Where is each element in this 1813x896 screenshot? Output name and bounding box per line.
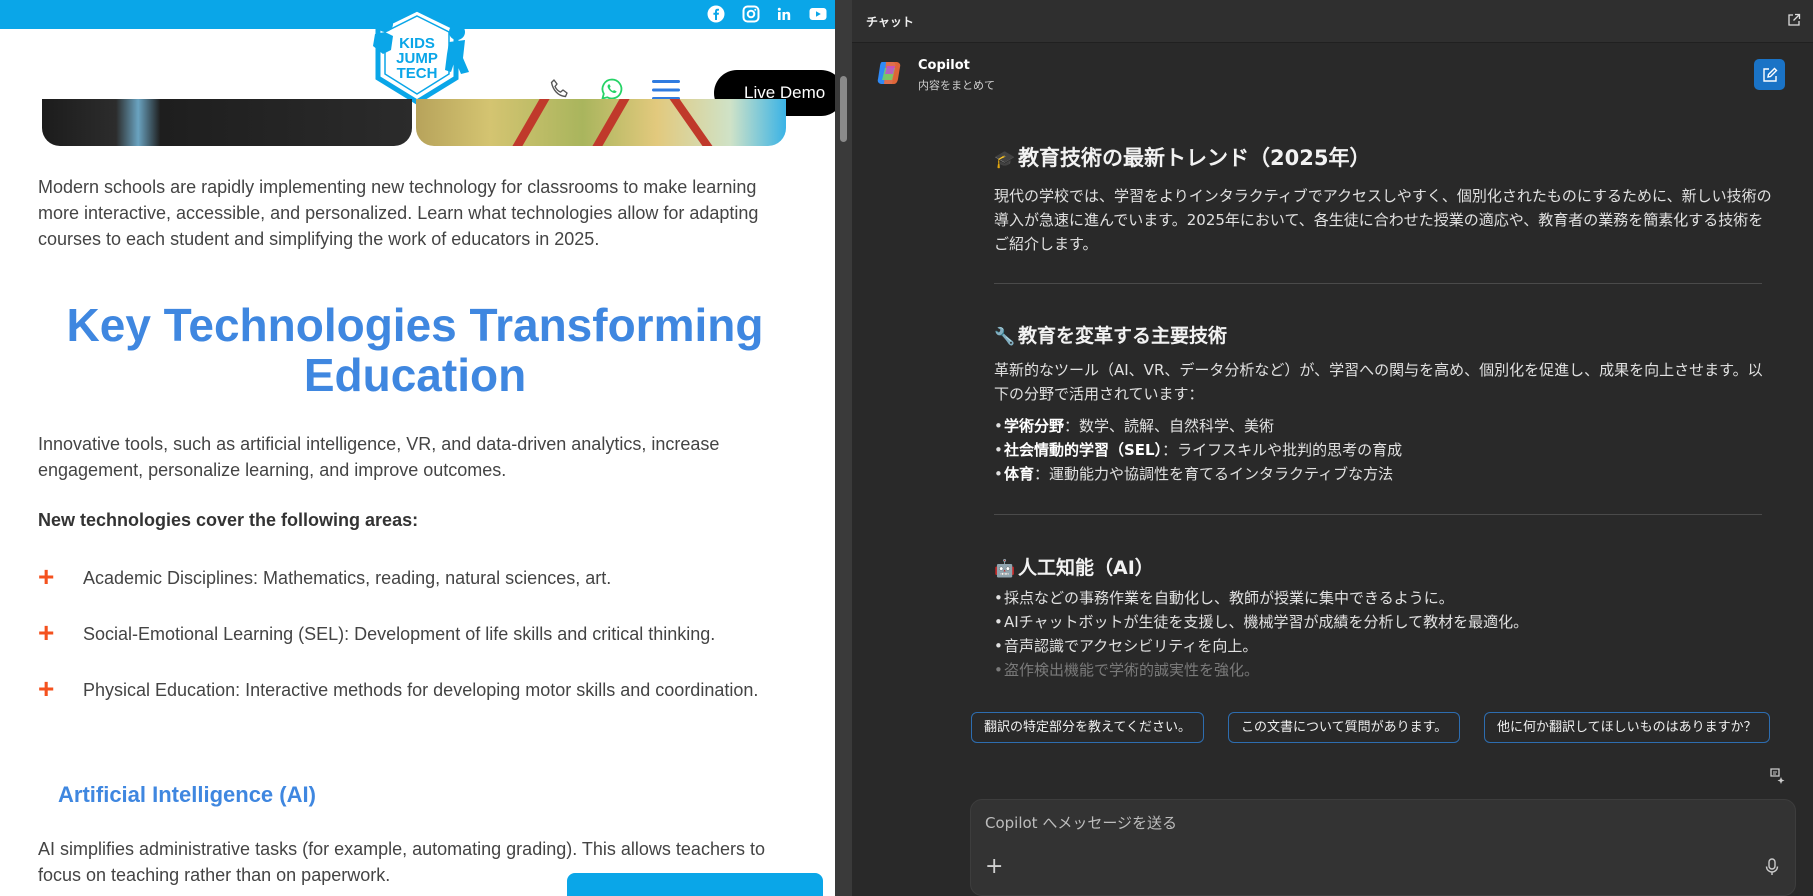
graduation-cap-icon: 🎓 (994, 150, 1016, 170)
plus-icon: + (38, 673, 55, 704)
divider (994, 514, 1762, 515)
prompt-suggestions-icon[interactable] (1767, 766, 1787, 790)
website-scrollbar[interactable] (835, 0, 852, 896)
suggestion-chip[interactable]: 他に何か翻訳してほしいものはありますか？ (1484, 712, 1770, 743)
list-item-text: Academic Disciplines: Mathematics, readi… (83, 568, 612, 588)
list-item-text: Physical Education: Interactive methods … (83, 680, 759, 700)
kids-jump-tech-logo[interactable]: KIDS JUMP TECH (361, 6, 473, 110)
open-in-new-window-icon[interactable] (1787, 12, 1801, 31)
agent-status: 内容をまとめて (918, 79, 995, 92)
areas-lead: New technologies cover the following are… (38, 510, 419, 530)
copilot-agent-header: Copilot 内容をまとめて (874, 58, 995, 92)
facebook-icon[interactable] (706, 4, 726, 24)
wrench-icon: 🔧 (994, 327, 1016, 347)
section-body-trends: 現代の学校では、学習をよりインタラクティブでアクセスしやすく、個別化されたものに… (994, 187, 1772, 253)
list-item: 体育：運動能力や協調性を育てるインタラクティブな方法 (994, 462, 1393, 486)
message-composer[interactable]: Copilot へメッセージを送る + (970, 799, 1796, 896)
section-heading: Key Technologies Transforming Education (66, 299, 764, 401)
innovative-tools-paragraph: Innovative tools, such as artificial int… (38, 434, 720, 480)
scrollbar-thumb[interactable] (840, 76, 847, 142)
logo-text-tech: TECH (396, 65, 438, 82)
article-image-right (416, 99, 786, 146)
linkedin-icon[interactable] (774, 4, 794, 24)
section-title-trends: 🎓 教育技術の最新トレンド（2025年） (994, 146, 1371, 170)
new-chat-button[interactable] (1754, 59, 1785, 90)
robot-icon: 🤖 (994, 559, 1016, 579)
intro-paragraph: Modern schools are rapidly implementing … (38, 177, 759, 249)
screen: Live Demo KIDS JUMP TECH Modern schools … (0, 0, 1813, 896)
youtube-icon[interactable] (808, 4, 828, 24)
suggestion-chip[interactable]: この文書について質問があります。 (1228, 712, 1461, 743)
section-title-ai: 🤖 人工知能（AI） (994, 557, 1154, 579)
floating-cta-button[interactable] (567, 873, 823, 896)
chat-pane-header: チャット (852, 0, 1813, 43)
copilot-chat-pane: チャット Copilot 内容をまとめて 🎓 教育技術の最新トレンド（2025年）… (852, 0, 1813, 896)
section-title-key-tech: 🔧 教育を変革する主要技術 (994, 325, 1228, 347)
instagram-icon[interactable] (741, 4, 761, 24)
plus-icon: + (38, 617, 55, 648)
divider (994, 283, 1762, 284)
list-item-text: Social-Emotional Learning (SEL): Develop… (83, 624, 716, 644)
plus-icon: + (38, 561, 55, 592)
list-item: 採点などの事務作業を自動化し、教師が授業に集中できるように。 (994, 586, 1454, 610)
website-view: Live Demo KIDS JUMP TECH Modern schools … (0, 0, 835, 896)
copilot-logo-icon (877, 62, 901, 84)
logo-text-jump: JUMP (396, 50, 438, 67)
list-item: 盗作検出機能で学術的誠実性を強化。 (994, 658, 1259, 682)
logo-text-kids: KIDS (399, 35, 435, 52)
message-input[interactable]: Copilot へメッセージを送る (985, 812, 1177, 833)
list-item: 社会情動的学習（SEL）：ライフスキルや批判的思考の育成 (994, 438, 1402, 462)
ai-subheading: Artificial Intelligence (AI) (58, 782, 316, 807)
list-item: 音声認識でアクセシビリティを向上。 (994, 634, 1257, 658)
edit-icon (1762, 67, 1777, 82)
agent-name: Copilot (918, 58, 970, 73)
microphone-icon[interactable] (1765, 858, 1779, 880)
article-image-left (42, 99, 412, 146)
chat-pane-title: チャット (866, 15, 914, 29)
add-attachment-icon[interactable]: + (985, 854, 1003, 879)
list-item: AIチャットボットが生徒を支援し、機械学習が成績を分析して教材を最適化。 (994, 610, 1528, 634)
section-body-key-tech: 革新的なツール（AI、VR、データ分析など）が、学習への関与を高め、個別化を促進… (994, 361, 1763, 403)
suggestion-chip[interactable]: 翻訳の特定部分を教えてください。 (971, 712, 1204, 743)
list-item: 学術分野：数学、読解、自然科学、美術 (994, 414, 1274, 438)
